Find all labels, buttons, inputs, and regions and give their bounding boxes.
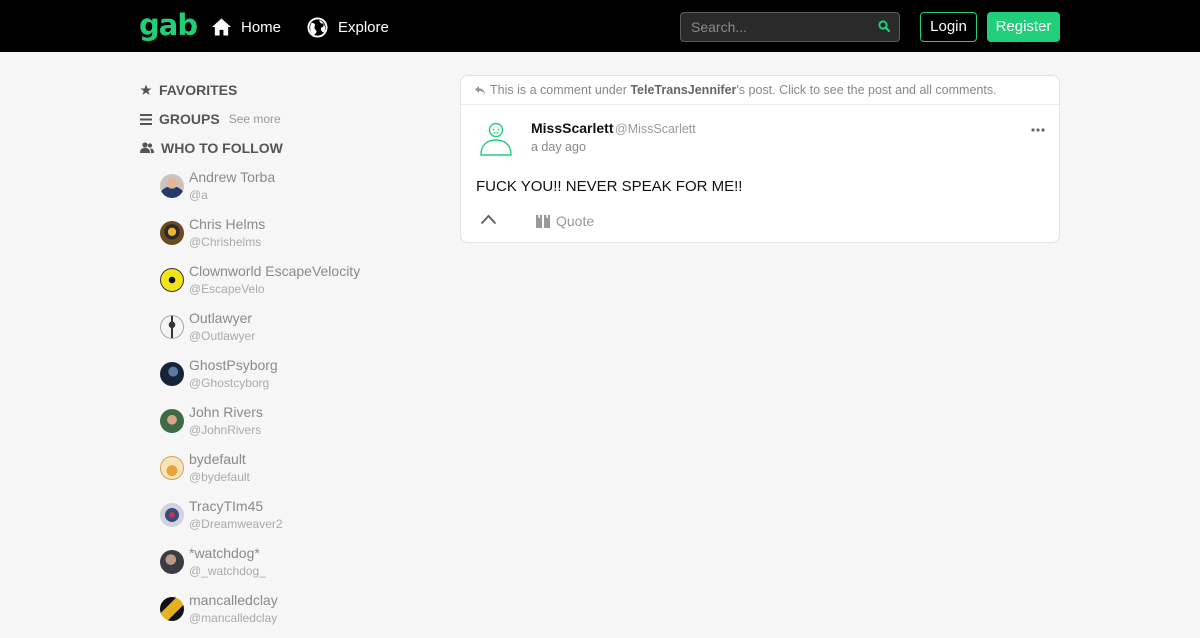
follow-name: Andrew Torba	[189, 169, 276, 185]
upvote-chevron-icon[interactable]	[480, 214, 497, 225]
follow-handle: @mancalledclay	[189, 611, 278, 625]
nav-home-link[interactable]: Home	[212, 15, 281, 39]
avatar	[160, 409, 184, 433]
home-icon	[212, 18, 231, 36]
who-to-follow-list: Andrew Torba @a Chris Helms @Chrishelms …	[160, 168, 420, 638]
avatar	[160, 174, 184, 198]
avatar	[160, 362, 184, 386]
follow-name: Clownworld EscapeVelocity	[189, 263, 361, 279]
who-to-follow-heading: WHO TO FOLLOW	[140, 138, 283, 158]
who-to-follow-label: WHO TO FOLLOW	[161, 140, 283, 156]
login-button[interactable]: Login	[920, 12, 977, 42]
nav-explore-label: Explore	[338, 18, 389, 36]
nav-explore-link[interactable]: Explore	[307, 15, 389, 39]
groups-label: GROUPS	[159, 111, 220, 127]
follow-name: TracyTIm45	[189, 498, 264, 514]
groups-link[interactable]: GROUPS See more	[140, 109, 281, 129]
follow-name: bydefault	[189, 451, 246, 467]
avatar	[160, 503, 184, 527]
follow-handle: @Dreamweaver2	[189, 517, 283, 531]
follow-item[interactable]: bydefault @bydefault	[160, 450, 420, 497]
follow-name: John Rivers	[189, 404, 263, 420]
favorites-label: FAVORITES	[159, 82, 238, 98]
follow-item[interactable]: Clownworld EscapeVelocity @EscapeVelo	[160, 262, 420, 309]
follow-item[interactable]: TracyTIm45 @Dreamweaver2	[160, 497, 420, 544]
groups-see-more-link[interactable]: See more	[229, 112, 281, 126]
follow-item[interactable]: mancalledclay @mancalledclay	[160, 591, 420, 638]
follow-handle: @a	[189, 188, 208, 202]
post-timestamp[interactable]: a day ago	[531, 140, 586, 154]
follow-handle: @JohnRivers	[189, 423, 262, 437]
quote-label: Quote	[556, 213, 595, 229]
follow-name: GhostPsyborg	[189, 357, 278, 373]
follow-name: Chris Helms	[189, 216, 266, 232]
avatar	[160, 221, 184, 245]
search-box	[680, 12, 900, 42]
follow-handle: @EscapeVelo	[189, 282, 265, 296]
follow-item[interactable]: Outlawyer @Outlawyer	[160, 309, 420, 356]
avatar	[160, 550, 184, 574]
more-options-icon[interactable]	[1031, 128, 1045, 132]
search-input[interactable]	[681, 13, 871, 41]
avatar	[160, 315, 184, 339]
follow-name: mancalledclay	[189, 592, 278, 608]
follow-handle: @Outlawyer	[189, 329, 256, 343]
follow-name: *watchdog*	[189, 545, 260, 561]
reply-icon	[475, 85, 485, 95]
avatar	[160, 456, 184, 480]
search-icon[interactable]	[878, 20, 890, 32]
quote-icon	[536, 214, 550, 228]
register-button[interactable]: Register	[987, 12, 1060, 42]
follow-item[interactable]: *watchdog* @_watchdog_	[160, 544, 420, 591]
follow-handle: @bydefault	[189, 470, 250, 484]
globe-icon	[307, 16, 328, 38]
gab-logo[interactable]: gab	[139, 8, 198, 42]
users-icon	[140, 142, 154, 153]
avatar	[160, 597, 184, 621]
follow-item[interactable]: Chris Helms @Chrishelms	[160, 215, 420, 262]
follow-name: Outlawyer	[189, 310, 253, 326]
comment-note-suffix: 's post. Click to see the post and all c…	[736, 83, 997, 97]
follow-item[interactable]: Andrew Torba @a	[160, 168, 420, 215]
favorites-link[interactable]: FAVORITES	[140, 80, 237, 100]
comment-context-link[interactable]: This is a comment under TeleTransJennife…	[461, 76, 1059, 105]
quote-button[interactable]: Quote	[536, 213, 594, 229]
post-author-name[interactable]: MissScarlett	[531, 120, 613, 136]
avatar	[160, 268, 184, 292]
top-navbar: gab Home Explore Login Register	[0, 0, 1200, 52]
follow-item[interactable]: GhostPsyborg @Ghostcyborg	[160, 356, 420, 403]
post-body: FUCK YOU!! NEVER SPEAK FOR ME!!	[476, 178, 743, 195]
star-icon	[140, 84, 152, 95]
nav-home-label: Home	[241, 18, 282, 36]
follow-item[interactable]: John Rivers @JohnRivers	[160, 403, 420, 450]
list-icon	[140, 113, 152, 125]
comment-note-prefix: This is a comment under	[490, 83, 627, 97]
default-avatar-icon[interactable]	[479, 120, 513, 156]
follow-handle: @Ghostcyborg	[189, 376, 270, 390]
comment-card: This is a comment under TeleTransJennife…	[460, 75, 1060, 243]
parent-post-author[interactable]: TeleTransJennifer	[630, 83, 736, 97]
follow-handle: @_watchdog_	[189, 564, 266, 578]
post-author-handle[interactable]: @MissScarlett	[615, 122, 696, 136]
follow-handle: @Chrishelms	[189, 235, 262, 249]
